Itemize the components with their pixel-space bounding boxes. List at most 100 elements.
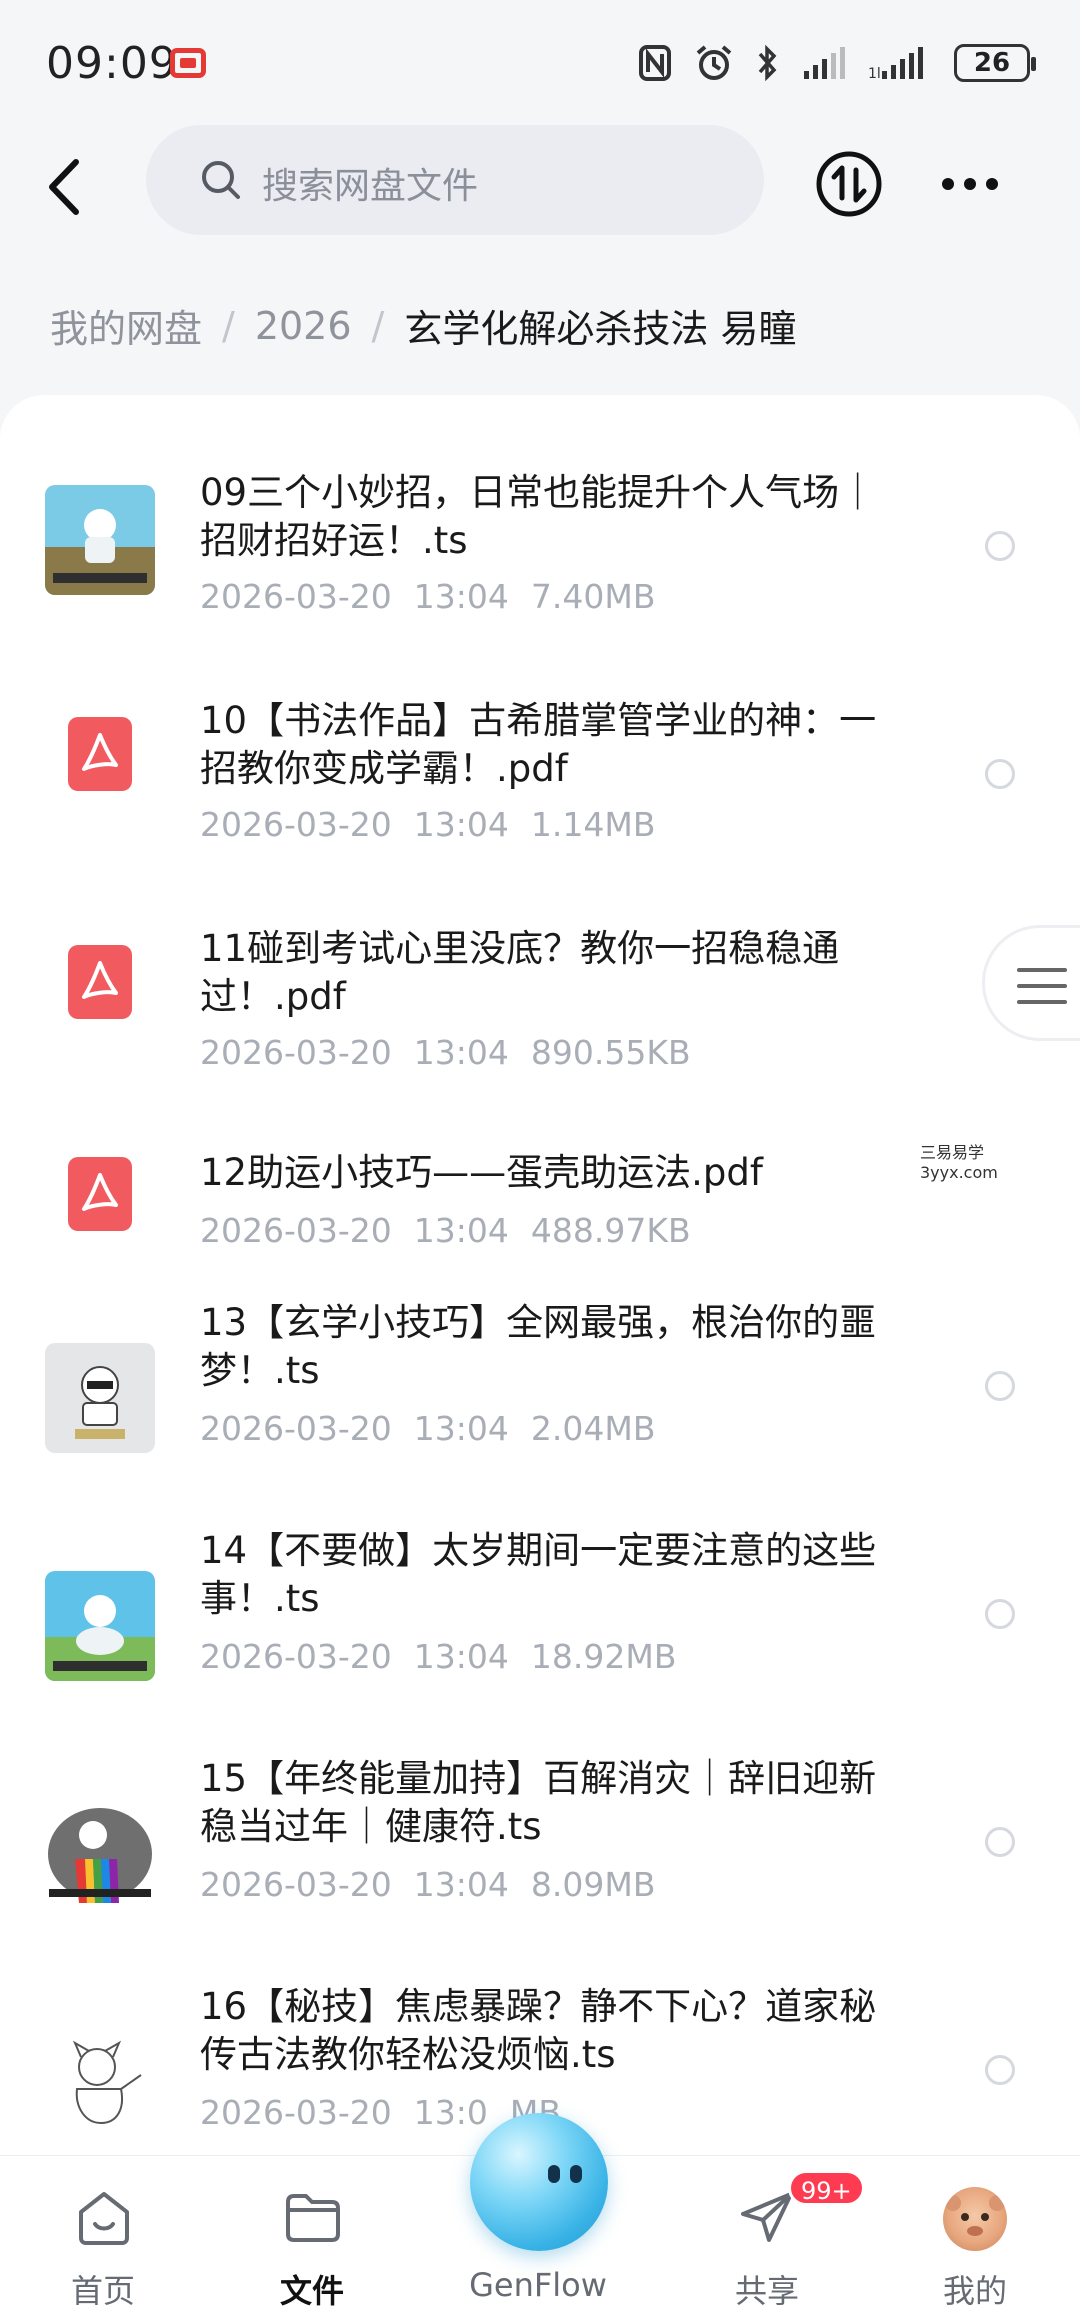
- file-row[interactable]: 12助运小技巧——蛋壳助运法.pdf 2026-03-20 13:04 488.97…: [0, 1109, 1080, 1299]
- file-row[interactable]: 13【玄学小技巧】全网最强，根治你的噩梦！.ts 2026-03-20 13:04…: [0, 1299, 1080, 1527]
- breadcrumb-root[interactable]: 我的网盘: [50, 298, 202, 353]
- file-name: 15【年终能量加持】百解消灾｜辞旧迎新稳当过年｜健康符.ts: [200, 1757, 877, 1848]
- nav-item-files[interactable]: 文件: [242, 2156, 382, 2324]
- search-icon: [202, 161, 240, 199]
- breadcrumb-separator: /: [371, 303, 385, 348]
- file-time: 13:04: [413, 1409, 509, 1448]
- folder-icon: [286, 2194, 340, 2242]
- file-size: 7.40MB: [530, 577, 656, 616]
- nav-label-share: 共享: [734, 2272, 799, 2310]
- nav-label-home: 首页: [70, 2272, 135, 2310]
- file-name: 16【秘技】焦虑暴躁？静不下心？道家秘传古法教你轻松没烦恼.ts: [200, 1985, 877, 2076]
- file-size: 8.09MB: [530, 1865, 656, 1904]
- file-name: 12助运小技巧——蛋壳助运法.pdf: [200, 1151, 763, 1194]
- chevron-left-icon: [49, 159, 79, 215]
- file-date: 2026-03-20: [200, 577, 392, 616]
- orb-eye: [548, 2165, 560, 2183]
- file-meta: 2026-03-20 13:04 890.55KB: [200, 1033, 713, 1072]
- file-date: 2026-03-20: [200, 1865, 392, 1904]
- breadcrumb: 我的网盘 / 2026 / 玄学化解必杀技法 易瞳: [50, 298, 796, 353]
- home-icon: [79, 2192, 129, 2245]
- app-notification-icon: [170, 48, 206, 78]
- transfer-button[interactable]: [815, 150, 883, 218]
- file-row[interactable]: 11碰到考试心里没底？教你一招稳稳通过！.pdf 2026-03-20 13:04…: [0, 881, 1080, 1109]
- file-date: 2026-03-20: [200, 1637, 392, 1676]
- file-meta: 2026-03-20 13:04 8.09MB: [200, 1865, 677, 1904]
- nfc-icon: [639, 45, 671, 81]
- select-radio[interactable]: [985, 759, 1015, 789]
- file-size: 890.55KB: [530, 1033, 691, 1072]
- breadcrumb-separator: /: [222, 303, 235, 348]
- file-date: 2026-03-20: [200, 2093, 392, 2132]
- file-size: 1.14MB: [530, 805, 656, 844]
- file-time: 13:04: [413, 1211, 509, 1250]
- file-name: 09三个小妙招，日常也能提升个人气场｜招财招好运！.ts: [200, 471, 877, 562]
- pdf-file-icon: [68, 945, 132, 1019]
- breadcrumb-year[interactable]: 2026: [255, 304, 352, 348]
- more-dots-icon: [942, 178, 998, 190]
- file-meta: 2026-03-20 13:04 488.97KB: [200, 1211, 713, 1250]
- genflow-orb-icon[interactable]: [470, 2113, 608, 2251]
- file-time: 13:04: [413, 805, 509, 844]
- nav-label-genflow: GenFlow: [469, 2266, 607, 2304]
- video-thumbnail: [45, 485, 155, 595]
- file-row[interactable]: 14【不要做】太岁期间一定要注意的这些事！.ts 2026-03-20 13:04…: [0, 1527, 1080, 1755]
- file-size: 18.92MB: [530, 1637, 677, 1676]
- search-placeholder: 搜索网盘文件: [262, 166, 479, 207]
- watermark-line-2: 3yyx.com: [920, 1163, 998, 1182]
- status-icons: 1l 26: [638, 40, 1036, 86]
- video-thumbnail: [45, 2027, 155, 2137]
- file-time: 13:04: [413, 1865, 509, 1904]
- file-name: 11碰到考试心里没底？教你一招稳稳通过！.pdf: [200, 927, 840, 1018]
- nav-item-home[interactable]: 首页: [33, 2156, 173, 2324]
- video-thumbnail: [45, 1799, 155, 1909]
- search-input[interactable]: 搜索网盘文件: [146, 125, 764, 235]
- file-name: 14【不要做】太岁期间一定要注意的这些事！.ts: [200, 1529, 877, 1620]
- file-time: 13:04: [413, 1033, 509, 1072]
- orb-eye: [570, 2165, 582, 2183]
- signal-icon-2: 1l: [868, 47, 923, 81]
- battery-indicator: 26: [954, 44, 1036, 82]
- transfer-icon: [816, 151, 882, 217]
- watermark-line-1: 三易易学: [920, 1143, 985, 1162]
- file-list: 09三个小妙招，日常也能提升个人气场｜招财招好运！.ts 2026-03-20 1…: [0, 395, 1080, 2155]
- pdf-file-icon: [68, 1157, 132, 1231]
- file-meta: 2026-03-20 13:04 1.14MB: [200, 805, 677, 844]
- select-radio[interactable]: [985, 531, 1015, 561]
- pdf-file-icon: [68, 717, 132, 791]
- watermark: 三易易学 3yyx.com: [920, 1143, 998, 1183]
- video-thumbnail: [45, 1571, 155, 1681]
- select-radio[interactable]: [985, 1371, 1015, 1401]
- file-size: 2.04MB: [530, 1409, 656, 1448]
- bluetooth-icon: [758, 44, 777, 82]
- file-meta: 2026-03-20 13:04 18.92MB: [200, 1637, 698, 1676]
- file-time: 13:0: [413, 2093, 488, 2132]
- file-date: 2026-03-20: [200, 1409, 392, 1448]
- file-name: 13【玄学小技巧】全网最强，根治你的噩梦！.ts: [200, 1301, 877, 1392]
- file-row[interactable]: 15【年终能量加持】百解消灾｜辞旧迎新稳当过年｜健康符.ts 2026-03-2…: [0, 1755, 1080, 1983]
- file-row[interactable]: 09三个小妙招，日常也能提升个人气场｜招财招好运！.ts 2026-03-20 1…: [0, 425, 1080, 653]
- select-radio[interactable]: [985, 2055, 1015, 2085]
- select-radio[interactable]: [985, 1827, 1015, 1857]
- avatar[interactable]: [943, 2187, 1007, 2251]
- share-badge: 99+: [788, 2170, 865, 2206]
- file-name: 10【书法作品】古希腊掌管学业的神：一招教你变成学霸！.pdf: [200, 699, 877, 790]
- file-meta: 2026-03-20 13:04 2.04MB: [200, 1409, 677, 1448]
- signal-icon-1: [804, 47, 845, 79]
- select-radio[interactable]: [985, 1599, 1015, 1629]
- status-time: 09:09: [46, 38, 178, 89]
- file-date: 2026-03-20: [200, 805, 392, 844]
- file-time: 13:04: [413, 1637, 509, 1676]
- nav-label-files: 文件: [279, 2272, 344, 2310]
- file-time: 13:04: [413, 577, 509, 616]
- file-date: 2026-03-20: [200, 1211, 392, 1250]
- file-meta: 2026-03-20 13:04 7.40MB: [200, 577, 677, 616]
- back-button[interactable]: [40, 156, 96, 218]
- file-date: 2026-03-20: [200, 1033, 392, 1072]
- svg-text:1l: 1l: [868, 66, 881, 81]
- status-bar: 09:09 1l 26: [0, 0, 1080, 120]
- file-row[interactable]: 10【书法作品】古希腊掌管学业的神：一招教你变成学霸！.pdf 2026-03-…: [0, 653, 1080, 881]
- alarm-icon: [696, 45, 732, 80]
- file-size: 488.97KB: [530, 1211, 691, 1250]
- more-options-button[interactable]: [940, 172, 1000, 196]
